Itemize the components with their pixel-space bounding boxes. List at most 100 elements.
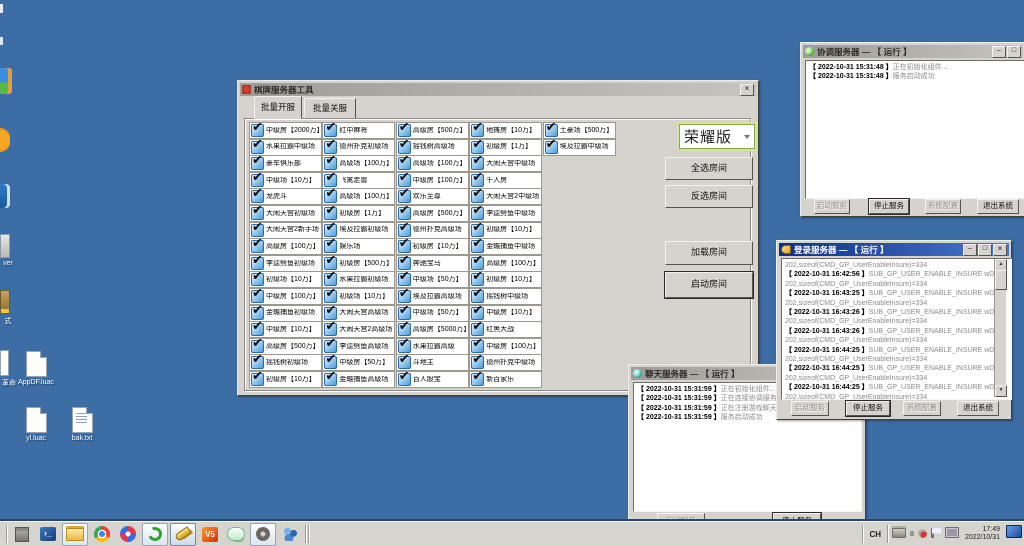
tool-window-titlebar[interactable]: 棋牌服务器工具 bbox=[240, 83, 756, 96]
room-item[interactable]: 大闹天宫中级场 bbox=[469, 155, 542, 172]
checkbox-checked-icon[interactable] bbox=[251, 290, 264, 303]
room-item[interactable]: 中级房【10万】 bbox=[249, 321, 322, 338]
language-indicator[interactable]: CH bbox=[869, 530, 881, 539]
exit-system-button[interactable]: 退出系统 bbox=[957, 401, 999, 416]
checkbox-checked-icon[interactable] bbox=[471, 257, 484, 270]
close-icon[interactable] bbox=[740, 84, 754, 96]
game-hub-icon[interactable] bbox=[118, 525, 138, 543]
network-icon[interactable] bbox=[945, 525, 959, 543]
room-item[interactable]: 初级场【10万】 bbox=[249, 271, 322, 288]
checkbox-checked-icon[interactable] bbox=[251, 190, 264, 203]
checkbox-checked-icon[interactable] bbox=[251, 356, 264, 369]
checkbox-checked-icon[interactable] bbox=[251, 323, 264, 336]
room-item[interactable]: 中级房【50万】 bbox=[322, 354, 395, 371]
room-item[interactable]: 红中麻将 bbox=[322, 122, 395, 139]
version-select[interactable]: 荣耀版 bbox=[679, 124, 755, 149]
room-item[interactable]: 大闹天宫2高级场 bbox=[322, 321, 395, 338]
checkbox-checked-icon[interactable] bbox=[251, 174, 264, 187]
checkbox-checked-icon[interactable] bbox=[471, 356, 484, 369]
close-icon[interactable] bbox=[993, 244, 1007, 256]
checkbox-checked-icon[interactable] bbox=[398, 290, 411, 303]
room-item[interactable]: 初级房【10万】 bbox=[469, 271, 542, 288]
room-item[interactable]: 大闹天宫2中级场 bbox=[469, 188, 542, 205]
checkbox-checked-icon[interactable] bbox=[398, 174, 411, 187]
room-item[interactable]: 中级场【10万】 bbox=[249, 172, 322, 189]
start-rooms-button[interactable]: 启动房间 bbox=[665, 272, 753, 298]
room-item[interactable]: 初级房【10万】 bbox=[469, 222, 542, 239]
checkbox-checked-icon[interactable] bbox=[471, 307, 484, 320]
chrome-icon[interactable] bbox=[92, 525, 112, 543]
room-item[interactable]: 欢乐至尊 bbox=[396, 188, 469, 205]
app-icon-partial[interactable] bbox=[0, 68, 12, 94]
room-item[interactable]: 高级房【100万】 bbox=[469, 255, 542, 272]
room-item[interactable]: 高级房【100万】 bbox=[249, 238, 322, 255]
room-item[interactable]: 德州扑克高级场 bbox=[396, 222, 469, 239]
room-item[interactable]: 初级房【10万】 bbox=[249, 371, 322, 388]
checkbox-checked-icon[interactable] bbox=[251, 141, 264, 154]
scroll-down-icon[interactable]: ▼ bbox=[995, 385, 1007, 397]
checkbox-checked-icon[interactable] bbox=[545, 141, 558, 154]
chat-bubble-icon[interactable] bbox=[226, 525, 246, 543]
checkbox-checked-icon[interactable] bbox=[398, 190, 411, 203]
room-item[interactable]: 摇钱树初级场 bbox=[249, 354, 322, 371]
room-item[interactable]: 大闹天宫2新手场 bbox=[249, 222, 322, 239]
checkbox-checked-icon[interactable] bbox=[398, 356, 411, 369]
checkbox-checked-icon[interactable] bbox=[324, 373, 337, 386]
checkbox-checked-icon[interactable] bbox=[251, 240, 264, 253]
coordination-window-titlebar[interactable]: 协调服务器 — 【 运行 】 bbox=[803, 45, 1023, 58]
room-item[interactable]: 百人骰宝 bbox=[396, 371, 469, 388]
desktop-icon-appdf[interactable]: AppDF.luac bbox=[10, 351, 62, 386]
room-item[interactable]: 高级场【100万】 bbox=[396, 155, 469, 172]
room-item[interactable]: 摇钱树中级场 bbox=[469, 288, 542, 305]
tab-batch-open[interactable]: 批量开服 bbox=[254, 96, 302, 119]
browser-icon-partial[interactable] bbox=[0, 128, 10, 152]
sync-icon[interactable] bbox=[142, 523, 168, 546]
room-item[interactable]: 金蟾捕鱼初级场 bbox=[249, 305, 322, 322]
clock[interactable]: 17:49 2022/10/31 bbox=[965, 526, 1000, 542]
checkbox-checked-icon[interactable] bbox=[324, 307, 337, 320]
room-item[interactable]: 大闹天宫初级场 bbox=[249, 205, 322, 222]
checkbox-checked-icon[interactable] bbox=[398, 257, 411, 270]
checkbox-checked-icon[interactable] bbox=[324, 273, 337, 286]
room-item[interactable]: 斗地主 bbox=[396, 354, 469, 371]
checkbox-checked-icon[interactable] bbox=[324, 174, 337, 187]
room-item[interactable]: 千人房 bbox=[469, 172, 542, 189]
flag-icon[interactable] bbox=[931, 525, 941, 543]
room-item[interactable]: 高级场【100万】 bbox=[322, 188, 395, 205]
load-rooms-button[interactable]: 加载房间 bbox=[665, 241, 753, 265]
room-item[interactable]: 大闹天宫高级场 bbox=[322, 305, 395, 322]
checkbox-checked-icon[interactable] bbox=[471, 174, 484, 187]
checkbox-checked-icon[interactable] bbox=[324, 257, 337, 270]
room-item[interactable]: 豪车俱乐部 bbox=[249, 155, 322, 172]
checkbox-checked-icon[interactable] bbox=[398, 323, 411, 336]
room-item[interactable]: 水果拉霸中级场 bbox=[249, 139, 322, 156]
minimize-icon[interactable] bbox=[992, 46, 1006, 58]
tab-batch-close[interactable]: 批量关服 bbox=[304, 98, 356, 119]
room-item[interactable]: 金蟾捕鱼高级场 bbox=[322, 371, 395, 388]
checkbox-checked-icon[interactable] bbox=[471, 290, 484, 303]
room-item[interactable]: 中级房【2000万】 bbox=[249, 122, 322, 139]
server-icon[interactable] bbox=[12, 525, 32, 543]
minimize-icon[interactable] bbox=[963, 244, 977, 256]
room-item[interactable]: 高级房【500万】 bbox=[396, 122, 469, 139]
network-users-icon[interactable] bbox=[280, 525, 300, 543]
show-desktop-button[interactable] bbox=[1006, 525, 1022, 543]
checkbox-checked-icon[interactable] bbox=[324, 124, 337, 137]
checkbox-checked-icon[interactable] bbox=[398, 340, 411, 353]
room-item[interactable]: 高级房【500万】 bbox=[396, 205, 469, 222]
invert-selection-button[interactable]: 反选房间 bbox=[665, 185, 753, 208]
checkbox-checked-icon[interactable] bbox=[251, 224, 264, 237]
checkbox-checked-icon[interactable] bbox=[324, 207, 337, 220]
room-item[interactable]: 德州扑克初级场 bbox=[322, 139, 395, 156]
checkbox-checked-icon[interactable] bbox=[251, 257, 264, 270]
checkbox-checked-icon[interactable] bbox=[471, 373, 484, 386]
checkbox-checked-icon[interactable] bbox=[324, 240, 337, 253]
mute-icon[interactable] bbox=[918, 525, 927, 543]
room-item[interactable]: 新百家乐 bbox=[469, 371, 542, 388]
room-item[interactable]: 埃及拉霸高级场 bbox=[396, 288, 469, 305]
checkbox-checked-icon[interactable] bbox=[251, 124, 264, 137]
checkbox-checked-icon[interactable] bbox=[471, 124, 484, 137]
checkbox-checked-icon[interactable] bbox=[398, 273, 411, 286]
checkbox-checked-icon[interactable] bbox=[398, 224, 411, 237]
room-item[interactable]: 地摊房【10万】 bbox=[469, 122, 542, 139]
